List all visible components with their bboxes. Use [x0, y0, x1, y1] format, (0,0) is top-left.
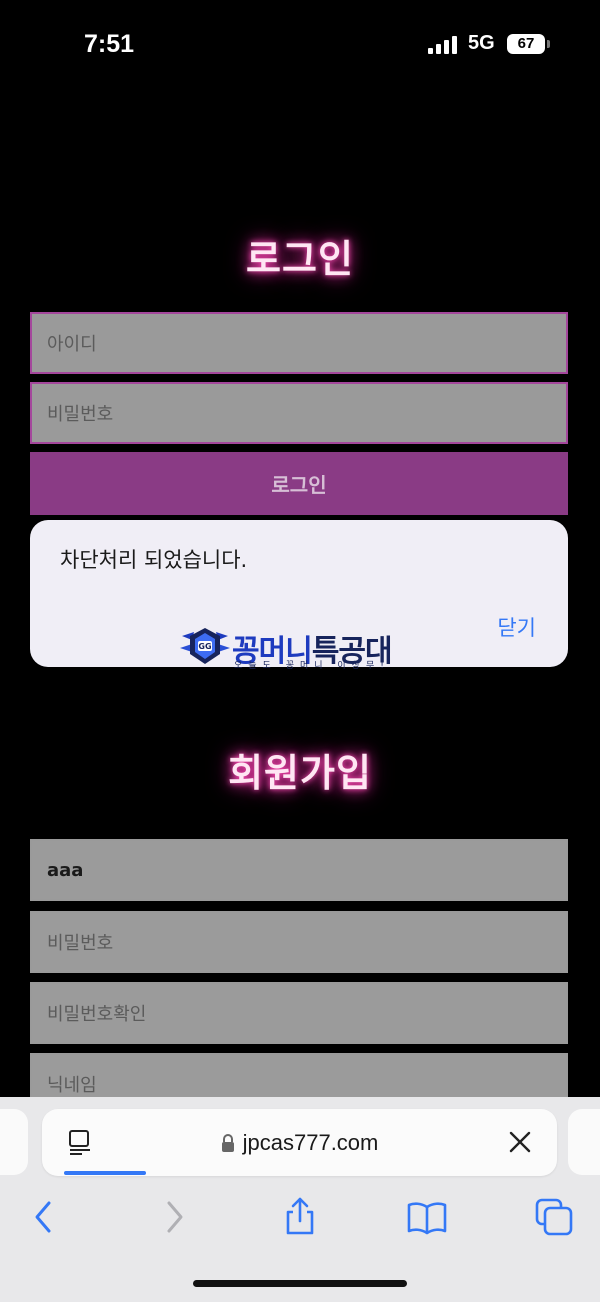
home-indicator [193, 1280, 407, 1287]
browser-nav-row [0, 1195, 600, 1239]
signup-password-input[interactable]: 비밀번호 [30, 911, 568, 973]
next-tab-preview[interactable] [568, 1109, 600, 1175]
status-bar: 7:51 5G 67 [0, 0, 600, 90]
signup-title: 회원가입 [228, 751, 372, 795]
url-text: jpcas777.com [242, 1129, 379, 1155]
address-bar[interactable]: jpcas777.com [42, 1109, 557, 1176]
network-type: 5G [468, 32, 495, 54]
logo-tagline: 오늘도 꽁머니 이상무! [234, 661, 390, 671]
alert-close-button[interactable]: 닫기 [497, 612, 536, 642]
forward-icon[interactable] [152, 1195, 196, 1239]
status-time: 7:51 [84, 30, 135, 58]
back-icon[interactable] [22, 1195, 66, 1239]
signup-nickname-placeholder: 닉네임 [47, 1075, 97, 1096]
login-id-input[interactable]: 아이디 [30, 312, 568, 374]
login-title: 로그인 [246, 237, 354, 281]
site-logo: GG 꽁머니특공대 오늘도 꽁머니 이상무! [180, 626, 425, 671]
share-icon[interactable] [278, 1195, 322, 1239]
url-display[interactable]: jpcas777.com [42, 1109, 557, 1176]
tabs-icon[interactable] [532, 1195, 576, 1239]
lock-icon [221, 1133, 234, 1152]
browser-toolbar: jpcas777.com [0, 1097, 600, 1302]
login-password-input[interactable]: 비밀번호 [30, 382, 568, 444]
battery-icon: 67 [507, 34, 550, 54]
signup-password-confirm-input[interactable]: 비밀번호확인 [30, 982, 568, 1044]
close-icon[interactable] [507, 1129, 533, 1155]
svg-text:GG: GG [198, 642, 211, 651]
alert-message: 차단처리 되었습니다. [60, 548, 248, 572]
bookmarks-icon[interactable] [405, 1195, 449, 1239]
signup-password-placeholder: 비밀번호 [47, 933, 114, 954]
signup-id-input[interactable]: aaa [30, 839, 568, 901]
signup-password-confirm-placeholder: 비밀번호확인 [47, 1004, 147, 1025]
logo-emblem-icon: GG [180, 628, 230, 664]
previous-tab-preview[interactable] [0, 1109, 28, 1175]
signal-icon [428, 36, 460, 54]
login-id-placeholder: 아이디 [47, 334, 97, 355]
login-button[interactable]: 로그인 [30, 452, 568, 515]
login-password-placeholder: 비밀번호 [47, 404, 114, 425]
signup-id-value: aaa [47, 859, 84, 881]
